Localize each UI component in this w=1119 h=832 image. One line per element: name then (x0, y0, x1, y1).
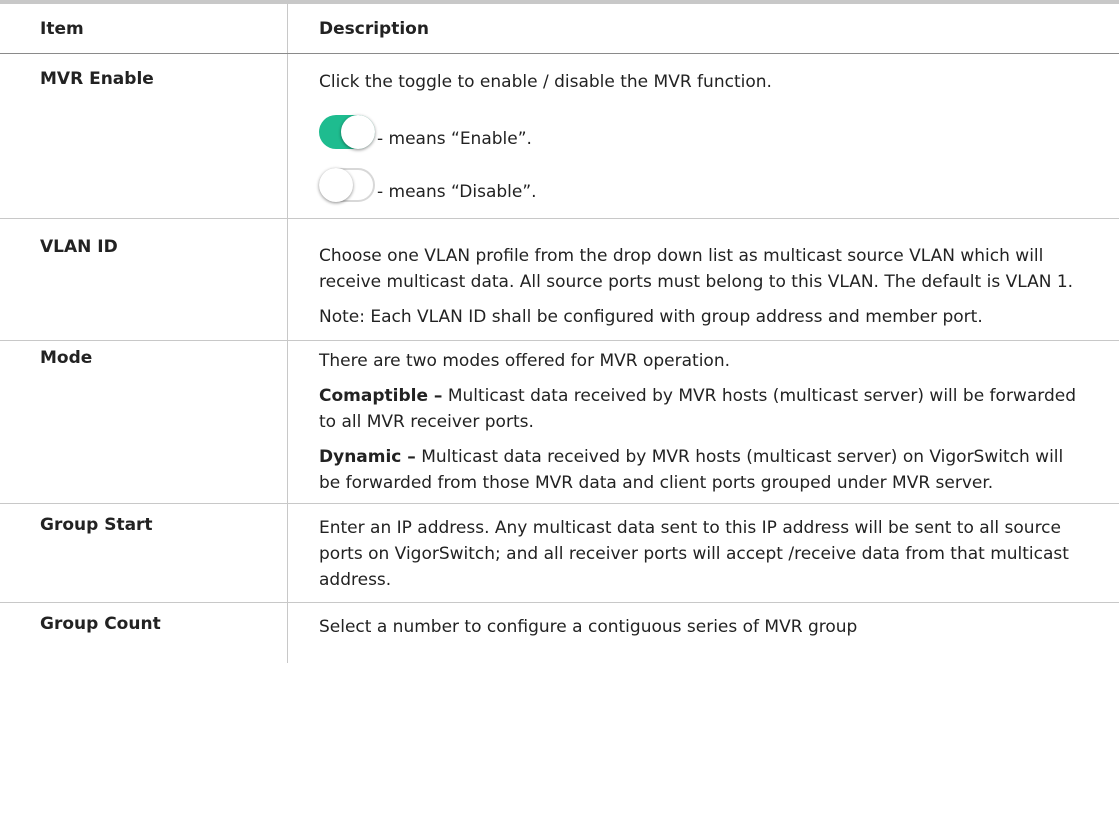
mode-dynamic-text: Multicast data received by MVR hosts (mu… (319, 447, 1064, 493)
group-count-text: Select a number to configure a contiguou… (319, 617, 858, 637)
disable-legend-text: - means “Disable”. (377, 182, 537, 202)
description-table: Item Description MVR Enable Click the to… (0, 0, 1119, 663)
table-row-mvr-enable: MVR Enable Click the toggle to enable / … (0, 54, 1119, 219)
item-group-start: Group Start (0, 504, 288, 602)
vlan-id-text: Choose one VLAN profile from the drop do… (319, 246, 1074, 292)
vlan-id-note: Note: Each VLAN ID shall be configured w… (319, 307, 983, 327)
table-row-mode: Mode There are two modes offered for MVR… (0, 341, 1119, 504)
mvr-enable-text: Click the toggle to enable / disable the… (319, 72, 772, 92)
description-vlan-id: Choose one VLAN profile from the drop do… (288, 219, 1119, 340)
description-mode: There are two modes offered for MVR oper… (288, 341, 1119, 503)
table-row-vlan-id: VLAN ID Choose one VLAN profile from the… (0, 219, 1119, 341)
item-mvr-enable: MVR Enable (0, 54, 288, 218)
item-mode: Mode (0, 341, 288, 503)
enable-legend-text: - means “Enable”. (377, 129, 532, 149)
toggle-on-icon (319, 113, 377, 151)
mode-compatible-label: Comaptible – (319, 386, 443, 406)
mode-dynamic-label: Dynamic – (319, 447, 416, 467)
mode-dynamic: Dynamic – Multicast data received by MVR… (319, 444, 1089, 496)
header-description: Description (319, 19, 429, 39)
item-group-count: Group Count (0, 603, 288, 663)
description-mvr-enable: Click the toggle to enable / disable the… (288, 54, 1119, 218)
toggle-off-icon (319, 166, 377, 204)
table-row-group-start: Group Start Enter an IP address. Any mul… (0, 504, 1119, 603)
description-group-start: Enter an IP address. Any multicast data … (288, 504, 1119, 602)
table-row-group-count: Group Count Select a number to configure… (0, 603, 1119, 663)
header-item: Item (0, 4, 288, 53)
disable-legend: - means “Disable”. (319, 158, 1089, 204)
mode-compatible: Comaptible – Multicast data received by … (319, 383, 1089, 435)
group-start-text: Enter an IP address. Any multicast data … (319, 518, 1069, 590)
item-vlan-id: VLAN ID (0, 219, 288, 340)
table-header-row: Item Description (0, 4, 1119, 54)
enable-legend: - means “Enable”. (319, 105, 1089, 151)
mode-text: There are two modes offered for MVR oper… (319, 351, 730, 371)
description-group-count: Select a number to configure a contiguou… (288, 603, 1119, 663)
